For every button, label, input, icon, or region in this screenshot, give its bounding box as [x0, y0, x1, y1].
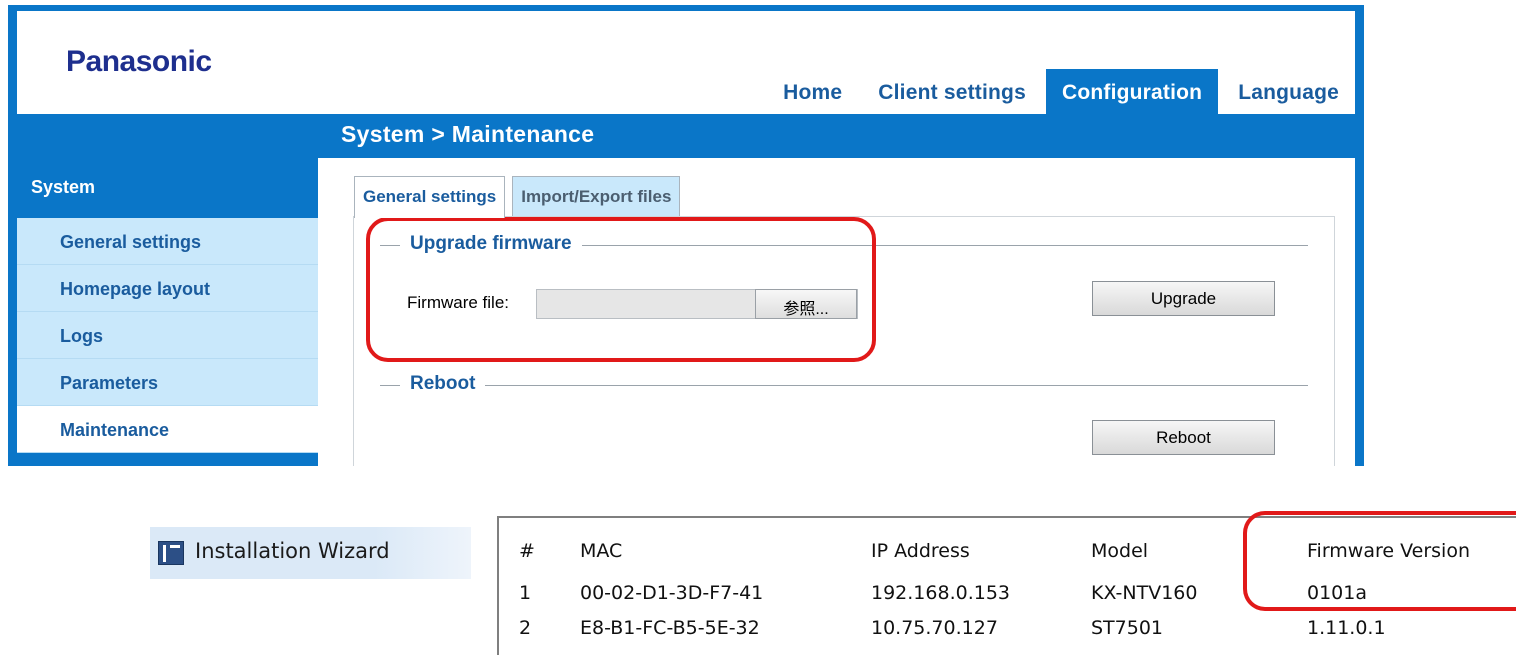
- row-2-number: 2: [519, 617, 532, 639]
- col-header-model: Model: [1091, 540, 1149, 562]
- upgrade-button[interactable]: Upgrade: [1092, 281, 1275, 316]
- reboot-legend: Reboot: [400, 373, 486, 395]
- sidebar: System General settings Homepage layout …: [17, 158, 318, 466]
- sidebar-item-general-settings[interactable]: General settings: [17, 218, 318, 265]
- tab-configuration[interactable]: Configuration: [1045, 69, 1219, 114]
- col-header-mac: MAC: [580, 540, 623, 562]
- sidebar-item-homepage-layout[interactable]: Homepage layout: [17, 265, 318, 312]
- sidebar-heading: System: [17, 158, 318, 218]
- col-header-ip: IP Address: [871, 540, 970, 562]
- row-1-number: 1: [519, 582, 532, 604]
- row-2-mac: E8-B1-FC-B5-5E-32: [580, 617, 760, 639]
- reboot-divider: [380, 385, 1308, 386]
- wizard-app-icon: [158, 541, 184, 565]
- highlight-upgrade-firmware: [366, 217, 876, 362]
- row-1-ip: 192.168.0.153: [871, 582, 1011, 604]
- highlight-firmware-version: [1243, 511, 1516, 611]
- row-2-ip: 10.75.70.127: [871, 617, 998, 639]
- panasonic-logo: Panasonic: [66, 45, 212, 78]
- row-2-firmware: 1.11.0.1: [1307, 617, 1386, 639]
- breadcrumb: System > Maintenance: [341, 121, 595, 147]
- reboot-button[interactable]: Reboot: [1092, 420, 1275, 455]
- tab-general-settings[interactable]: General settings: [354, 176, 506, 218]
- row-2-model: ST7501: [1091, 617, 1164, 639]
- row-1-model: KX-NTV160: [1091, 582, 1198, 604]
- tab-language[interactable]: Language: [1222, 69, 1355, 111]
- installation-wizard-label: Installation Wizard: [195, 539, 390, 563]
- installation-wizard-tile[interactable]: Installation Wizard: [150, 527, 471, 579]
- tab-import-export-files[interactable]: Import/Export files: [512, 176, 681, 216]
- tab-home[interactable]: Home: [767, 69, 858, 111]
- col-header-number: #: [519, 540, 535, 562]
- sidebar-item-maintenance[interactable]: Maintenance: [17, 406, 318, 453]
- top-nav: Home Client settings Configuration Langu…: [763, 69, 1355, 114]
- sidebar-item-parameters[interactable]: Parameters: [17, 359, 318, 406]
- sidebar-item-logs[interactable]: Logs: [17, 312, 318, 359]
- sidebar-list: General settings Homepage layout Logs Pa…: [17, 218, 318, 453]
- header-bar: [17, 114, 1355, 158]
- row-1-mac: 00-02-D1-3D-F7-41: [580, 582, 764, 604]
- content-tabs: General settings Import/Export files: [354, 176, 687, 218]
- tab-client-settings[interactable]: Client settings: [862, 69, 1042, 111]
